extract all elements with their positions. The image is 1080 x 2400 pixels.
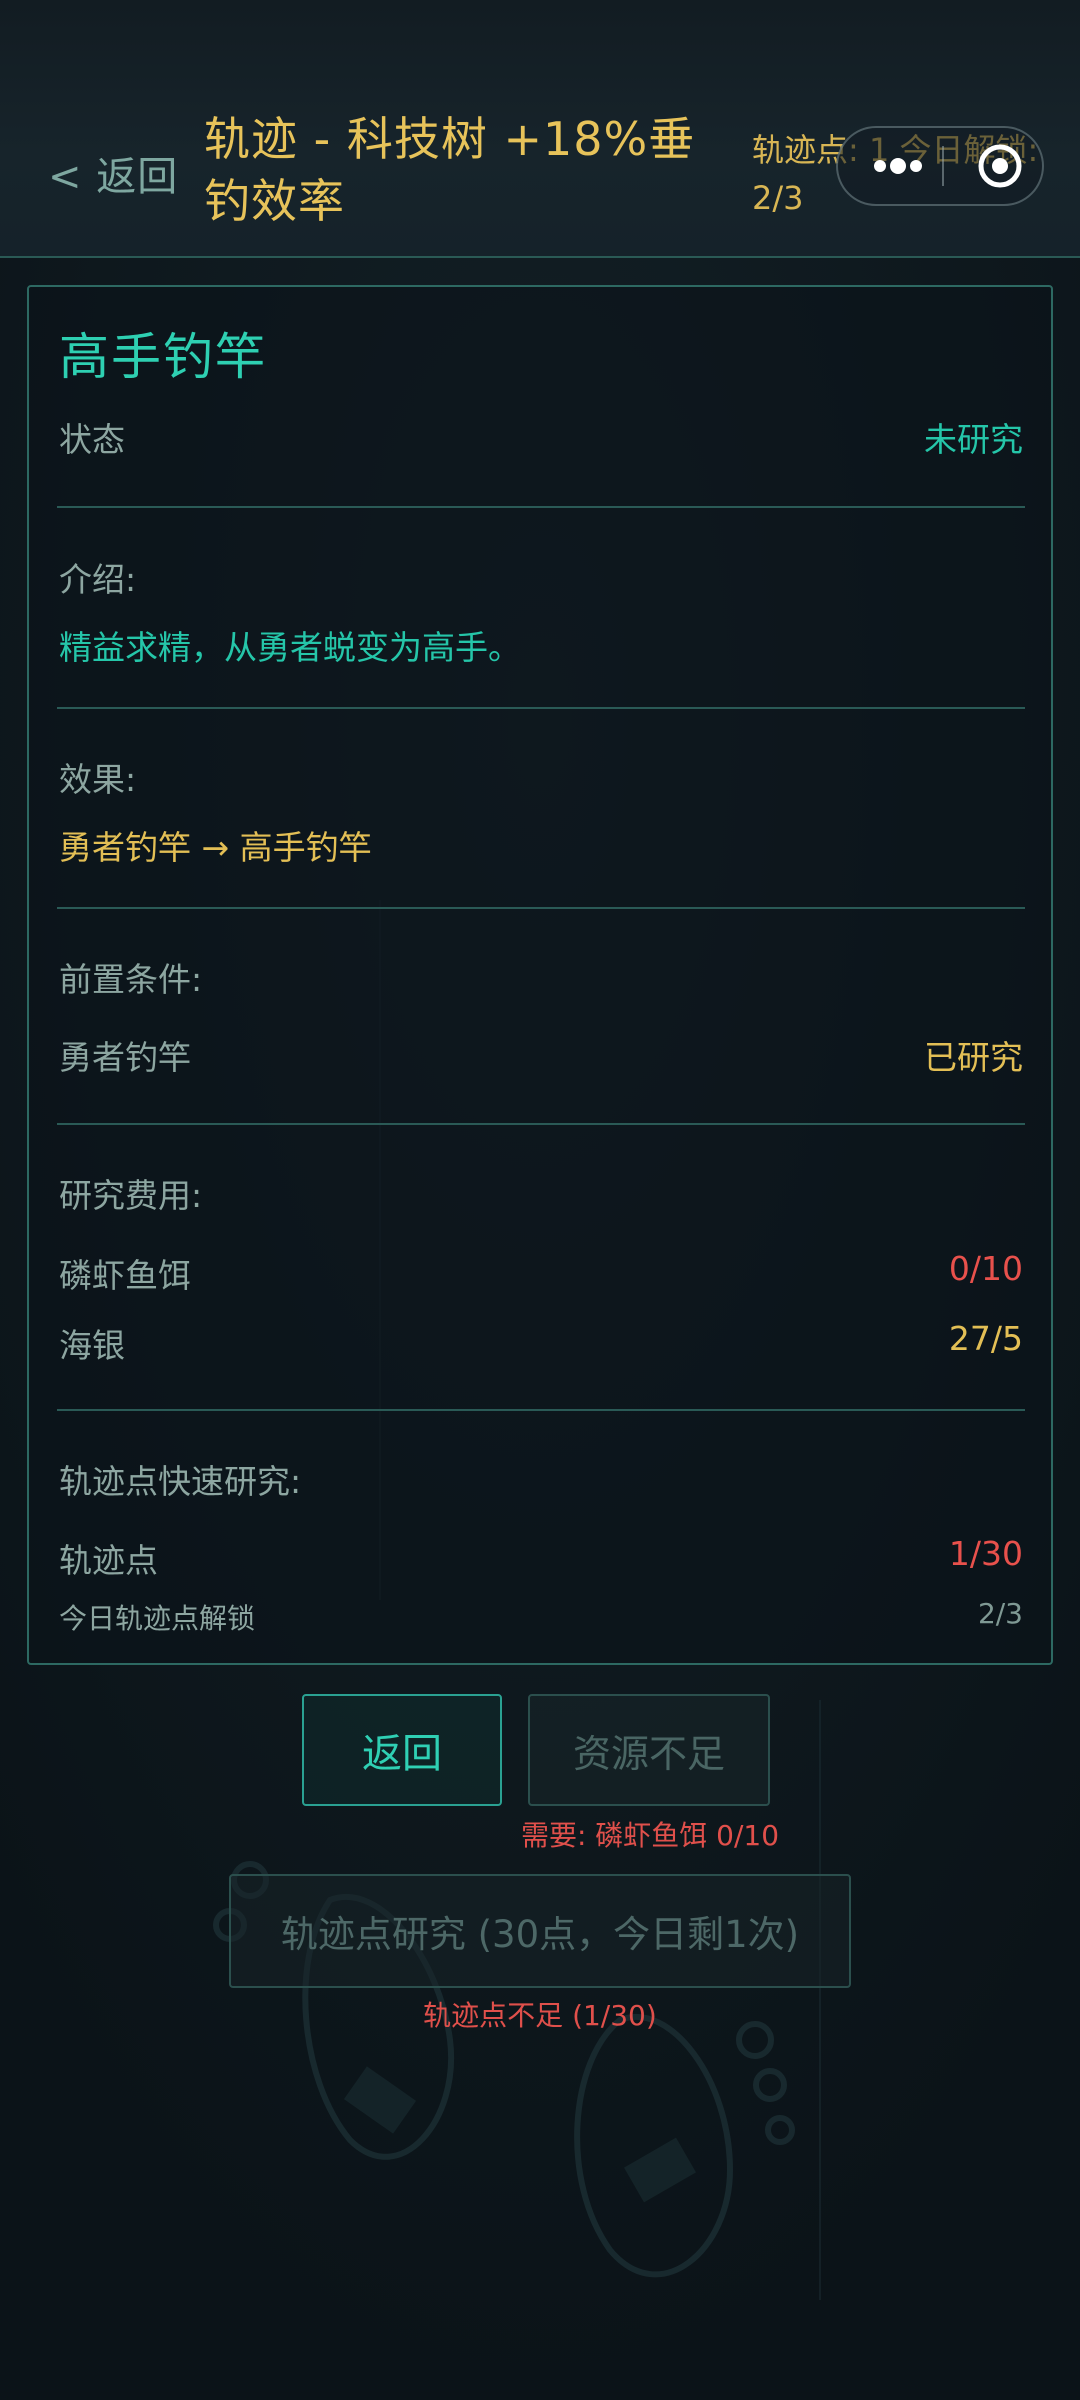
trace-research-button[interactable]: 轨迹点研究 (30点，今日剩1次) — [229, 1874, 851, 1988]
prereq-item: 勇者钓竿 — [59, 1038, 191, 1077]
trace-points-value: 1/30 — [948, 1534, 1023, 1573]
cost-item-name: 磷虾鱼饵 — [59, 1256, 191, 1295]
daily-unlock-value: 2/3 — [977, 1597, 1023, 1630]
cost-label: 研究费用: — [59, 1176, 203, 1215]
effect-text: 勇者钓竿 → 高手钓竿 — [59, 828, 372, 867]
tech-name: 高手钓竿 — [59, 328, 267, 386]
status-label: 状态 — [59, 420, 125, 459]
trace-points-name: 轨迹点 — [59, 1541, 158, 1580]
target-close-icon[interactable] — [962, 128, 1038, 204]
prereq-label: 前置条件: — [59, 960, 203, 999]
intro-text: 精益求精，从勇者蜕变为高手。 — [59, 628, 521, 667]
insufficient-resources-button[interactable]: 资源不足 — [528, 1694, 770, 1806]
intro-label: 介绍: — [59, 560, 137, 599]
cost-item-value: 27/5 — [948, 1319, 1023, 1358]
page-title: 轨迹 - 科技树 +18%垂钓效率 — [204, 112, 696, 228]
quick-research-label: 轨迹点快速研究: — [59, 1462, 302, 1501]
more-dots-icon[interactable] — [860, 128, 936, 204]
divider — [57, 506, 1025, 508]
tech-detail-card: 高手钓竿 状态 未研究 介绍: 精益求精，从勇者蜕变为高手。 效果: 勇者钓竿 … — [27, 285, 1053, 1665]
back-link[interactable]: < 返回 — [48, 144, 178, 202]
mini-program-capsule — [836, 126, 1044, 206]
top-bar: < 返回 轨迹 - 科技树 +18%垂钓效率 轨迹点: 1 今日解锁: 2/3 — [0, 0, 1080, 258]
divider — [57, 1409, 1025, 1411]
trace-points-warning: 轨迹点不足 (1/30) — [423, 1999, 657, 2032]
requirement-warning: 需要: 磷虾鱼饵 0/10 — [520, 1819, 780, 1852]
status-value: 未研究 — [924, 420, 1023, 459]
daily-unlock-name: 今日轨迹点解锁 — [59, 1602, 256, 1635]
divider — [57, 1123, 1025, 1125]
divider — [57, 707, 1025, 709]
prereq-status: 已研究 — [924, 1038, 1023, 1077]
back-button[interactable]: 返回 — [302, 1694, 502, 1806]
effect-label: 效果: — [59, 760, 137, 799]
cost-item-name: 海银 — [59, 1326, 125, 1365]
capsule-divider — [942, 146, 944, 186]
cost-item-value: 0/10 — [948, 1249, 1023, 1288]
divider — [57, 907, 1025, 909]
